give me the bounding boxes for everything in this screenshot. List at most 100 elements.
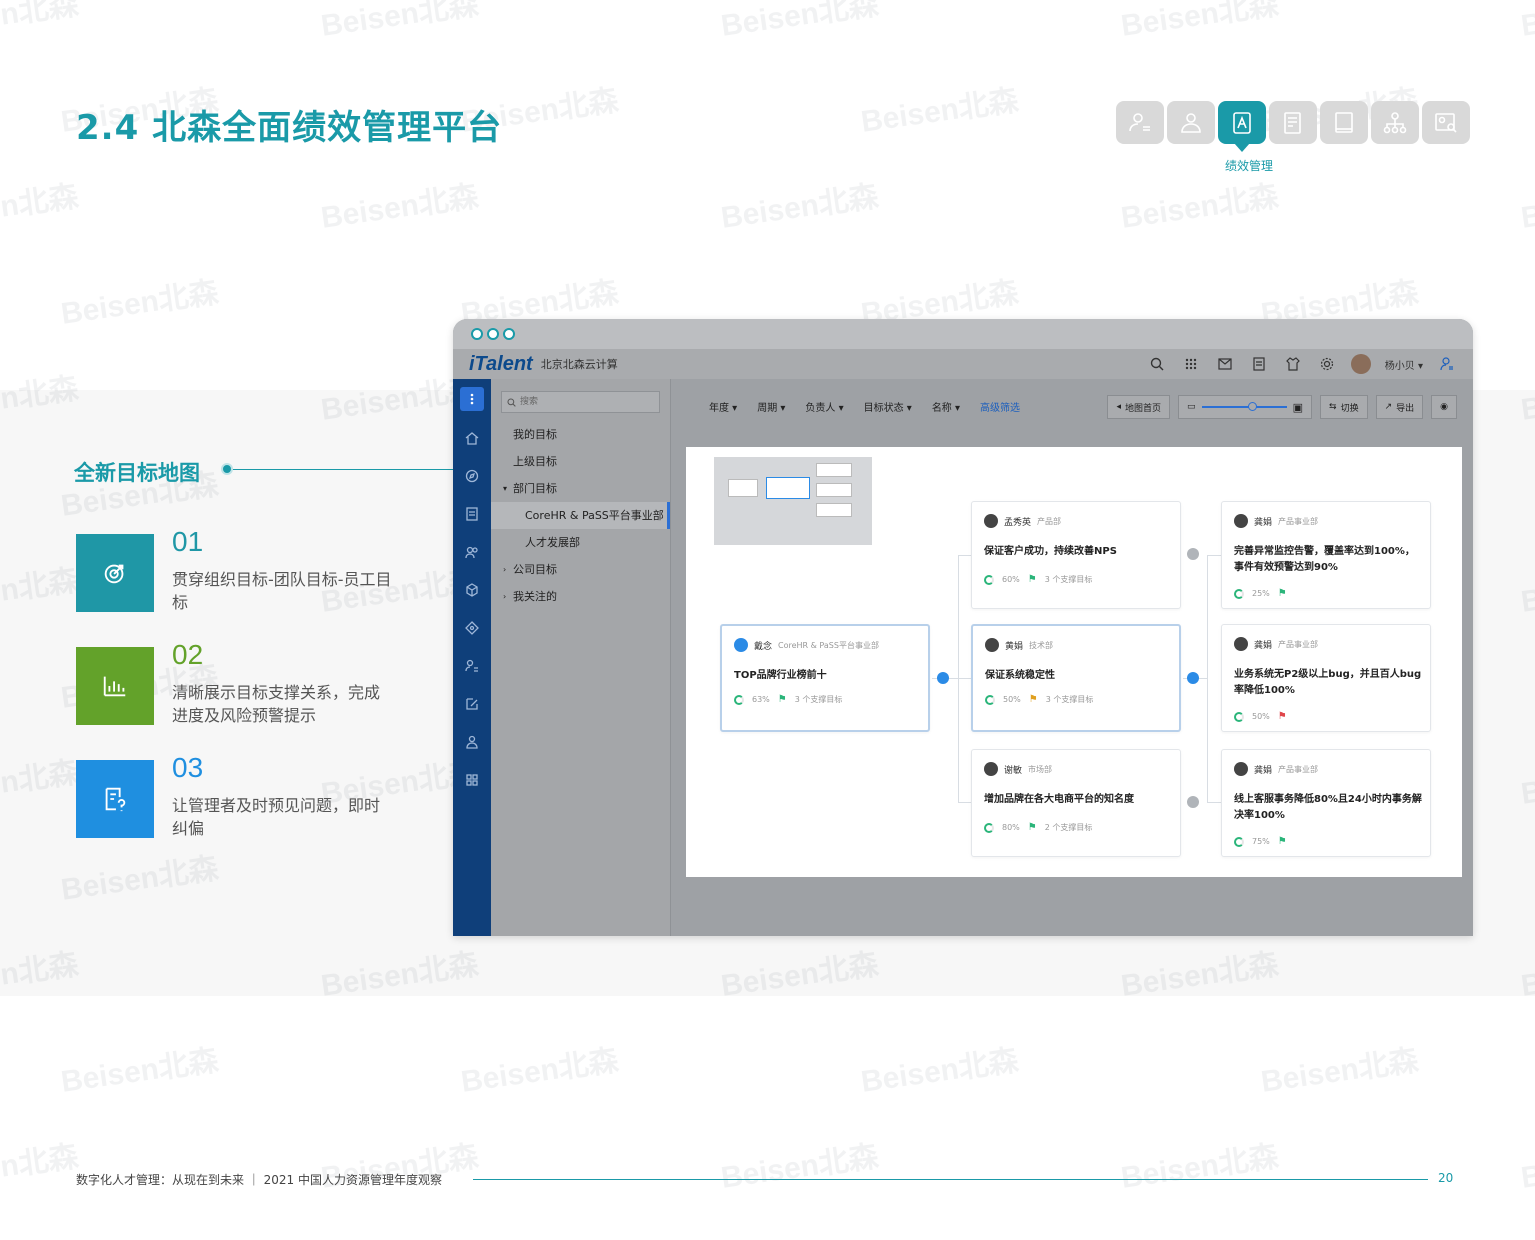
compass-icon[interactable] xyxy=(453,457,491,495)
expand-node-icon[interactable] xyxy=(1187,672,1199,684)
watermark-text: Beisen北森 xyxy=(1518,1140,1535,1195)
watermark-text: Beisen北森 xyxy=(58,1044,221,1099)
goal-card[interactable]: 龚娟 产品事业部 完善异常监控告警，覆盖率达到100%，事件有效预警达到90% 2… xyxy=(1221,501,1431,609)
flag-warning-icon: ⚑ xyxy=(1028,694,1038,705)
tree-item[interactable]: › 我关注的 xyxy=(491,583,670,610)
user-list-icon[interactable] xyxy=(453,647,491,685)
watermark-text: Beisen北森 xyxy=(1118,0,1281,43)
minimap[interactable] xyxy=(714,457,872,545)
search-input[interactable]: 搜索 xyxy=(501,391,660,413)
flag-ok-icon: ⚑ xyxy=(777,694,787,705)
window-dot-icon[interactable] xyxy=(503,328,515,340)
people-icon[interactable] xyxy=(453,533,491,571)
advanced-filter-link[interactable]: 高级筛选 xyxy=(980,399,1020,414)
home-icon[interactable] xyxy=(453,419,491,457)
goal-title: 增加品牌在各大电商平台的知名度 xyxy=(984,794,1134,805)
watermark-text: Beisen北森 xyxy=(318,180,481,235)
avatar xyxy=(1234,637,1248,651)
goal-card[interactable]: 孟秀英 产品部 保证客户成功，持续改善NPS 60% ⚑ 3 个支撑目标 xyxy=(971,501,1181,609)
watermark-text: Beisen北森 xyxy=(1118,1140,1281,1195)
flag-ok-icon: ⚑ xyxy=(1277,588,1287,599)
watermark-text: Beisen北森 xyxy=(718,1140,881,1195)
menu-dots-icon[interactable] xyxy=(460,387,484,411)
filter-period[interactable]: 周期 ▾ xyxy=(757,399,785,414)
eye-icon: ◉ xyxy=(1440,402,1448,412)
progress-ring-icon xyxy=(1234,836,1244,847)
username-menu[interactable]: 杨小贝 ▾ xyxy=(1385,357,1423,372)
goal-card[interactable]: 龚娟 产品事业部 线上客服事务降低80%且24小时内事务解决率100% 75% ⚑ xyxy=(1221,749,1431,857)
progress-ring-icon xyxy=(1234,711,1244,722)
map-home-button[interactable]: ◂ 地图首页 xyxy=(1107,395,1171,419)
progress-ring-icon xyxy=(1234,588,1244,599)
tree-item[interactable]: 人才发展部 xyxy=(491,529,670,556)
feature-description: 让管理者及时预见问题，即时纠偏 xyxy=(172,796,381,838)
goal-map-canvas[interactable]: 戴念 CoreHR & PaSS平台事业部 TOP品牌行业榜前十 63% ⚑ 3 个支… xyxy=(686,447,1462,877)
module-profile-search-icon[interactable] xyxy=(1422,101,1470,144)
expand-node-icon[interactable] xyxy=(1187,796,1199,808)
feature-number: 02 xyxy=(172,639,204,670)
page-number: 20 xyxy=(1438,1171,1454,1185)
search-placeholder: 搜索 xyxy=(520,397,539,407)
expand-node-icon[interactable] xyxy=(937,672,949,684)
filter-status[interactable]: 目标状态 ▾ xyxy=(864,399,912,414)
watermark-text: Beisen北森 xyxy=(858,84,1021,139)
filter-name[interactable]: 名称 ▾ xyxy=(932,399,960,414)
person-icon[interactable] xyxy=(453,723,491,761)
edit-icon[interactable] xyxy=(453,685,491,723)
switch-button[interactable]: ⇆ 切换 xyxy=(1320,395,1368,419)
apps-grid-icon[interactable] xyxy=(1181,354,1201,374)
feature-description: 贯穿组织目标-团队目标-员工目标 xyxy=(172,570,392,612)
window-dot-icon[interactable] xyxy=(471,328,483,340)
module-person-icon[interactable] xyxy=(1167,101,1215,144)
window-dot-icon[interactable] xyxy=(487,328,499,340)
expand-node-icon[interactable] xyxy=(1187,548,1199,560)
user-switch-icon[interactable] xyxy=(1437,354,1457,374)
goal-card-root[interactable]: 戴念 CoreHR & PaSS平台事业部 TOP品牌行业榜前十 63% ⚑ 3 个支… xyxy=(720,624,930,732)
feature-number: 01 xyxy=(172,526,204,557)
filter-owner[interactable]: 负责人 ▾ xyxy=(805,399,843,414)
gear-icon[interactable] xyxy=(1317,354,1337,374)
watermark-text: Beisen北森 xyxy=(718,0,881,43)
report-icon[interactable] xyxy=(1249,354,1269,374)
eye-button[interactable]: ◉ xyxy=(1431,395,1457,419)
tree-item[interactable]: 上级目标 xyxy=(491,448,670,475)
tree-item-selected[interactable]: CoreHR & PaSS平台事业部 xyxy=(491,502,670,529)
module-org-chart-icon[interactable] xyxy=(1371,101,1419,144)
filter-year[interactable]: 年度 ▾ xyxy=(709,399,737,414)
search-icon[interactable] xyxy=(1147,354,1167,374)
module-book-icon[interactable] xyxy=(1320,101,1368,144)
shirt-icon[interactable] xyxy=(1283,354,1303,374)
tree-item[interactable]: ▾ 部门目标 xyxy=(491,475,670,502)
goal-title: TOP品牌行业榜前十 xyxy=(734,670,827,681)
watermark-text: Beisen北森 xyxy=(858,1044,1021,1099)
tree-item[interactable]: › 公司目标 xyxy=(491,556,670,583)
goal-tree-panel: 搜索 我的目标 上级目标 ▾ 部门目标 CoreHR & PaSS平台事业部 人才… xyxy=(491,379,671,936)
module-performance-icon[interactable] xyxy=(1218,101,1266,152)
module-bar xyxy=(1116,101,1470,152)
cube-icon[interactable] xyxy=(453,571,491,609)
avatar xyxy=(984,514,998,528)
avatar xyxy=(1234,762,1248,776)
goal-card[interactable]: 龚娟 产品事业部 业务系统无P2级以上bug，并且百人bug率降低100% 50%… xyxy=(1221,624,1431,732)
avatar[interactable] xyxy=(1350,354,1371,374)
goal-card[interactable]: 黄娟 技术部 保证系统稳定性 50% ⚑ 3 个支撑目标 xyxy=(971,624,1181,732)
export-button[interactable]: ↗ 导出 xyxy=(1375,395,1424,419)
heading-dot xyxy=(221,463,233,475)
grid-icon[interactable] xyxy=(453,761,491,799)
mail-icon[interactable] xyxy=(1215,354,1235,374)
module-document-icon[interactable] xyxy=(1269,101,1317,144)
watermark-text: Beisen北森 xyxy=(0,1140,81,1195)
image-large-icon: ▣ xyxy=(1292,400,1304,414)
flag-ok-icon: ⚑ xyxy=(1277,836,1287,847)
feature-description: 清晰展示目标支撑关系，完成进度及风险预警提示 xyxy=(172,683,381,725)
module-person-list-icon[interactable] xyxy=(1116,101,1164,144)
diamond-icon[interactable] xyxy=(453,609,491,647)
zoom-slider[interactable]: ▭ ▣ xyxy=(1178,395,1313,419)
goal-title: 线上客服事务降低80%且24小时内事务解决率100% xyxy=(1234,794,1422,821)
list-icon[interactable] xyxy=(453,495,491,533)
company-name: 北京北森云计算 xyxy=(540,358,618,371)
goal-card[interactable]: 谢敏 市场部 增加品牌在各大电商平台的知名度 80% ⚑ 2 个支撑目标 xyxy=(971,749,1181,857)
flag-ok-icon: ⚑ xyxy=(1027,574,1037,585)
app-header: iTalent 北京北森云计算 杨小贝 ▾ xyxy=(453,349,1473,379)
tree-item[interactable]: 我的目标 xyxy=(491,421,670,448)
